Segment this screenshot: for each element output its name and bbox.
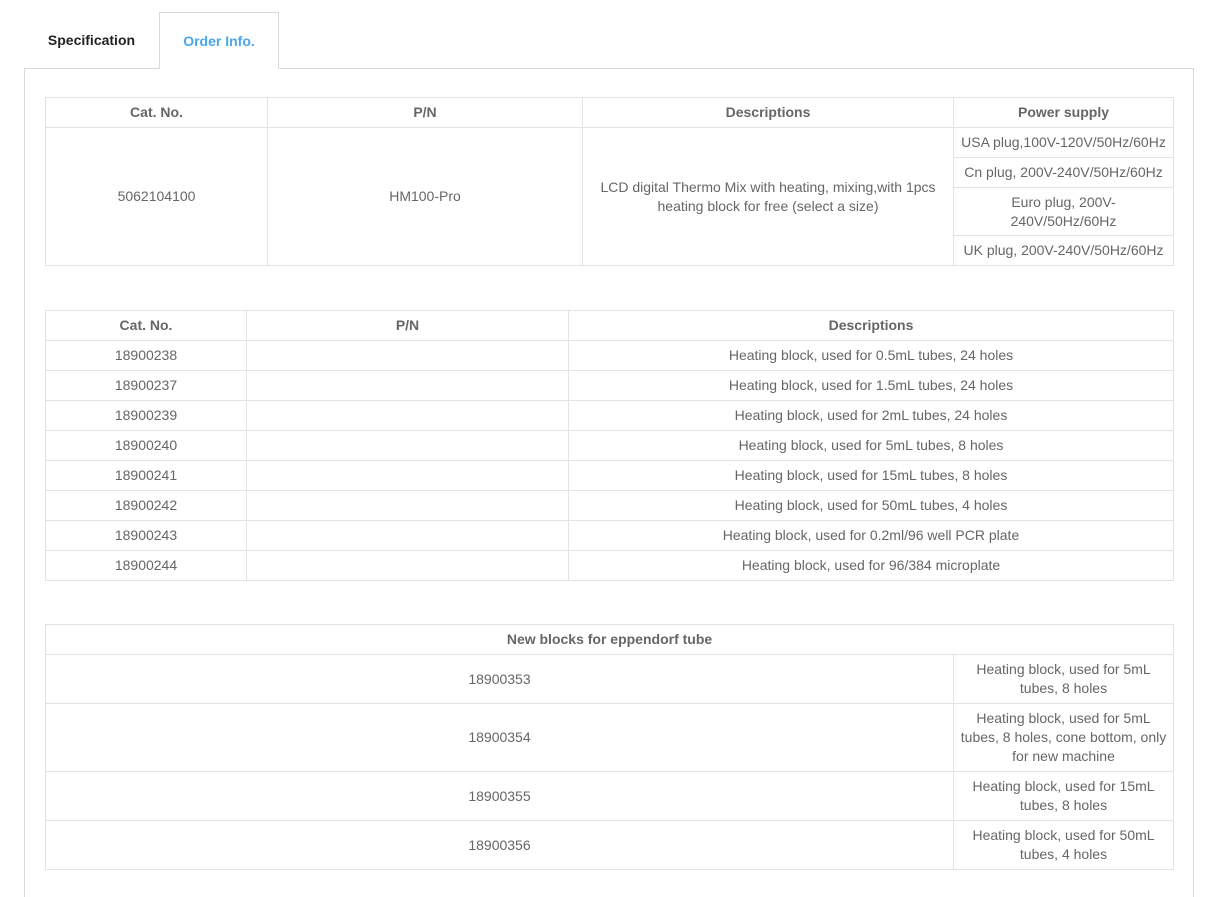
pn-cell [246, 550, 569, 581]
main-product-table: Cat. No. P/N Descriptions Power supply 5… [45, 97, 1174, 266]
cat-no-cell: 18900238 [45, 340, 247, 371]
pn-cell [246, 490, 569, 521]
description-cell: Heating block, used for 5mL tubes, 8 hol… [952, 654, 1175, 704]
pn-cell: HM100-Pro [267, 127, 583, 266]
table-row: 18900354 Heating block, used for 5mL tub… [45, 703, 1175, 772]
table-header-row: Cat. No. P/N Descriptions [45, 310, 1174, 341]
header-descriptions: Descriptions [568, 310, 1174, 341]
cat-no-cell: 18900354 [45, 703, 954, 772]
table-row: 18900239 Heating block, used for 2mL tub… [45, 400, 1174, 431]
description-cell: Heating block, used for 1.5mL tubes, 24 … [568, 370, 1174, 401]
table-row: 18900237 Heating block, used for 1.5mL t… [45, 370, 1174, 401]
pn-cell [246, 460, 569, 491]
cat-no-cell: 18900239 [45, 400, 247, 431]
header-descriptions: Descriptions [582, 97, 954, 128]
cat-no-cell: 18900240 [45, 430, 247, 461]
description-cell: Heating block, used for 5mL tubes, 8 hol… [568, 430, 1174, 461]
description-cell: Heating block, used for 15mL tubes, 8 ho… [568, 460, 1174, 491]
cat-no-cell: 18900353 [45, 654, 954, 704]
description-cell: Heating block, used for 96/384 microplat… [568, 550, 1174, 581]
header-cat-no: Cat. No. [45, 310, 247, 341]
table-row: 18900355 Heating block, used for 15mL tu… [45, 771, 1175, 821]
header-power-supply: Power supply [953, 97, 1174, 128]
description-cell: Heating block, used for 50mL tubes, 4 ho… [952, 820, 1175, 870]
table-row: 18900353 Heating block, used for 5mL tub… [45, 654, 1175, 704]
description-cell: Heating block, used for 5mL tubes, 8 hol… [952, 703, 1175, 772]
table-row: 18900241 Heating block, used for 15mL tu… [45, 460, 1174, 491]
table-row: 18900244 Heating block, used for 96/384 … [45, 550, 1174, 581]
pn-cell [246, 430, 569, 461]
cat-no-cell: 18900241 [45, 460, 247, 491]
pn-cell [246, 370, 569, 401]
cat-no-cell: 18900237 [45, 370, 247, 401]
cat-no-cell: 18900244 [45, 550, 247, 581]
table-header-row: New blocks for eppendorf tube [44, 624, 1175, 655]
pn-cell [246, 340, 569, 371]
power-supply-cell: USA plug,100V-120V/50Hz/60Hz [953, 127, 1174, 158]
description-cell: Heating block, used for 15mL tubes, 8 ho… [952, 771, 1175, 821]
table-row: 18900356 Heating block, used for 50mL tu… [45, 820, 1175, 870]
table-row: 18900242 Heating block, used for 50mL tu… [45, 490, 1174, 521]
header-new-blocks: New blocks for eppendorf tube [44, 624, 1175, 655]
table-row: 18900243 Heating block, used for 0.2ml/9… [45, 520, 1174, 551]
description-cell: Heating block, used for 50mL tubes, 4 ho… [568, 490, 1174, 521]
power-supply-cell: UK plug, 200V-240V/50Hz/60Hz [953, 235, 1174, 266]
cat-no-cell: 18900242 [45, 490, 247, 521]
table-header-row: Cat. No. P/N Descriptions Power supply [45, 97, 1174, 128]
description-cell: Heating block, used for 0.2ml/96 well PC… [568, 520, 1174, 551]
cat-no-cell: 18900243 [45, 520, 247, 551]
cat-no-cell: 5062104100 [45, 127, 268, 266]
power-supply-cell: Euro plug, 200V-240V/50Hz/60Hz [953, 187, 1174, 236]
header-pn: P/N [246, 310, 569, 341]
description-cell: Heating block, used for 2mL tubes, 24 ho… [568, 400, 1174, 431]
table-row: 18900238 Heating block, used for 0.5mL t… [45, 340, 1174, 371]
pn-cell [246, 520, 569, 551]
cat-no-cell: 18900355 [45, 771, 954, 821]
tab-specification[interactable]: Specification [24, 12, 159, 68]
header-pn: P/N [267, 97, 583, 128]
header-cat-no: Cat. No. [45, 97, 268, 128]
table-row: 5062104100 HM100-Pro LCD digital Thermo … [45, 127, 1174, 266]
pn-cell [246, 400, 569, 431]
description-cell: Heating block, used for 0.5mL tubes, 24 … [568, 340, 1174, 371]
table-row: 18900240 Heating block, used for 5mL tub… [45, 430, 1174, 461]
tab-order-info[interactable]: Order Info. [159, 12, 279, 69]
order-info-panel: Cat. No. P/N Descriptions Power supply 5… [24, 68, 1194, 897]
description-cell: LCD digital Thermo Mix with heating, mix… [582, 127, 954, 266]
heating-block-table: Cat. No. P/N Descriptions 18900238 Heati… [45, 310, 1174, 581]
tab-bar: Specification Order Info. [24, 12, 279, 69]
eppendorf-block-table: New blocks for eppendorf tube 18900353 H… [44, 624, 1175, 870]
cat-no-cell: 18900356 [45, 820, 954, 870]
power-supply-cell: Cn plug, 200V-240V/50Hz/60Hz [953, 157, 1174, 188]
